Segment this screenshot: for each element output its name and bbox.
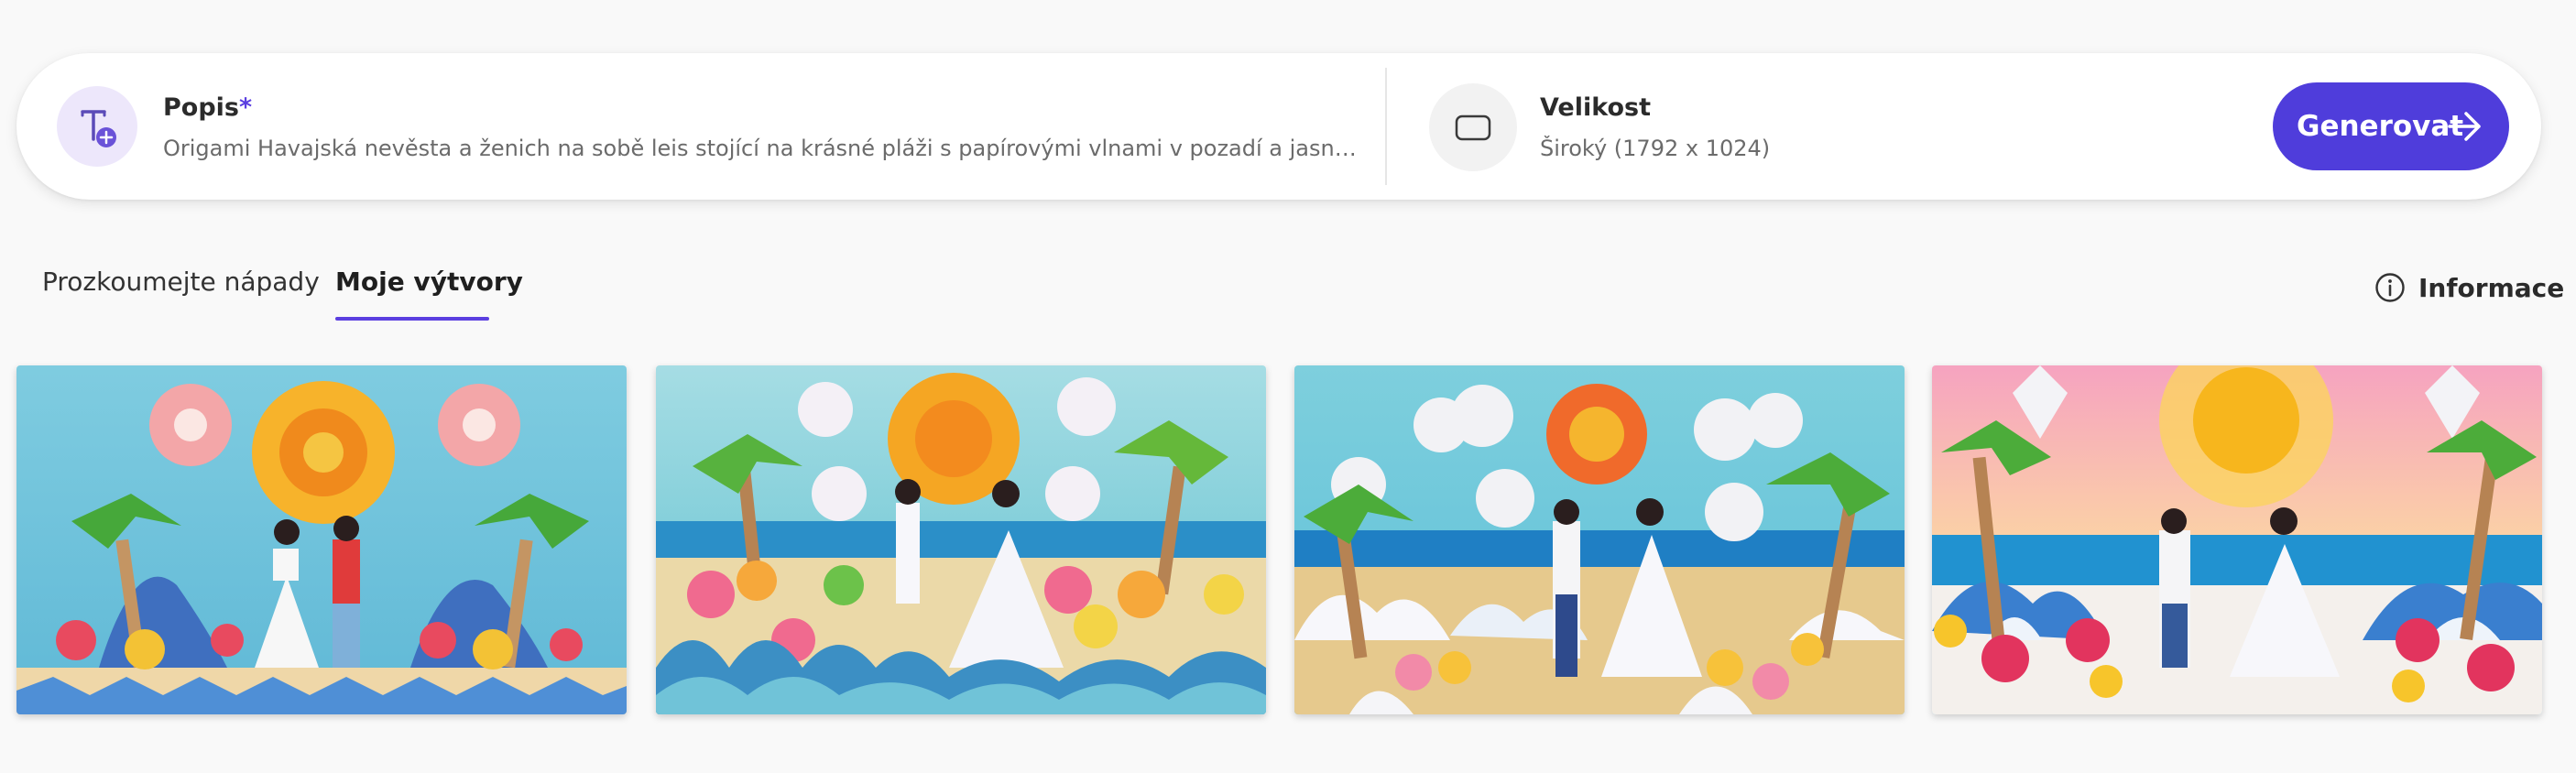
size-icon-container[interactable] xyxy=(1429,83,1517,171)
size-label: Velikost xyxy=(1540,93,1651,122)
prompt-icon-container[interactable] xyxy=(57,86,137,167)
tab-explore-ideas[interactable]: Prozkoumejte nápady xyxy=(42,267,320,297)
generated-image-2[interactable] xyxy=(656,365,1266,714)
prompt-bar: Popis* Origami Havajská nevěsta a ženich… xyxy=(16,53,2541,200)
aspect-ratio-icon xyxy=(1455,114,1491,141)
generated-image-3[interactable] xyxy=(1294,365,1905,714)
prompt-input[interactable]: Origami Havajská nevěsta a ženich na sob… xyxy=(163,136,1363,161)
generated-image-4[interactable] xyxy=(1932,365,2542,714)
generate-label: Generovat xyxy=(2297,110,2464,143)
info-icon xyxy=(2375,273,2405,302)
required-mark: * xyxy=(239,93,253,122)
info-button[interactable]: Informace xyxy=(2374,272,2564,303)
generate-button[interactable]: Generovat xyxy=(2273,82,2509,170)
field-divider xyxy=(1385,68,1387,185)
generated-image-1[interactable] xyxy=(16,365,627,714)
text-add-icon xyxy=(81,110,116,147)
arrow-right-icon xyxy=(2448,112,2481,141)
prompt-label: Popis* xyxy=(163,93,253,122)
size-select[interactable]: Široký (1792 x 1024) xyxy=(1540,136,2181,161)
info-label: Informace xyxy=(2418,272,2565,303)
active-tab-indicator xyxy=(335,317,489,321)
tab-my-creations[interactable]: Moje výtvory xyxy=(335,267,523,297)
